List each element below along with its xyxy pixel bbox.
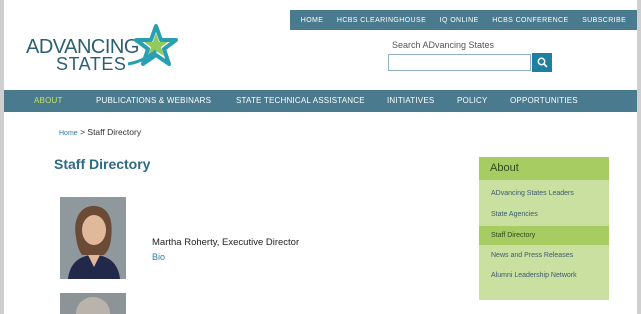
search-icon [537, 57, 548, 68]
page-title: Staff Directory [54, 156, 151, 172]
utility-nav-hcbs-clearinghouse[interactable]: HCBS CLEARINGHOUSE [337, 17, 426, 24]
staff-bio-link[interactable]: Bio [152, 252, 165, 262]
search-input[interactable] [388, 54, 531, 71]
main-nav-initiatives[interactable]: INITIATIVES [387, 90, 434, 112]
staff-portrait-image [60, 293, 126, 314]
utility-nav-subscribe[interactable]: SUBSCRIBE [582, 17, 626, 24]
top-spacer [4, 0, 637, 10]
sidebar-title: About [479, 157, 609, 180]
sidebar-link-staff-directory[interactable]: Staff Directory [479, 226, 609, 245]
staff-name: Martha Roherty, Executive Director [152, 237, 300, 248]
search-label: Search ADvancing States [392, 40, 495, 50]
utility-nav-home[interactable]: HOME [301, 17, 324, 24]
staff-photo [60, 293, 126, 314]
main-nav-about[interactable]: ABOUT [34, 90, 63, 112]
sidebar-about: About ADvancing States Leaders State Age… [479, 157, 609, 300]
utility-nav-hcbs-conference[interactable]: HCBS CONFERENCE [492, 17, 568, 24]
staff-portrait-image [60, 197, 126, 279]
sidebar-link-advancing-states-leaders[interactable]: ADvancing States Leaders [479, 189, 609, 199]
logo-text-states: STATES [56, 54, 127, 74]
main-nav-opportunities[interactable]: OPPORTUNITIES [510, 90, 578, 112]
breadcrumb-current: Staff Directory [87, 127, 142, 137]
sidebar-link-state-agencies[interactable]: State Agencies [479, 210, 609, 220]
breadcrumb-separator: > [80, 127, 86, 137]
staff-photo [60, 197, 126, 279]
main-nav-policy[interactable]: POLICY [457, 90, 488, 112]
breadcrumb: Home > Staff Directory [59, 127, 141, 137]
search-button[interactable] [532, 53, 552, 72]
main-nav-publications-webinars[interactable]: PUBLICATIONS & WEBINARS [96, 90, 211, 112]
sidebar-link-news-press-releases[interactable]: News and Press Releases [479, 251, 609, 261]
utility-nav: HOME HCBS CLEARINGHOUSE IQ ONLINE HCBS C… [290, 10, 637, 30]
sidebar-link-alumni-leadership-network[interactable]: Alumni Leadership Network [479, 271, 609, 281]
main-nav-state-technical-assistance[interactable]: STATE TECHNICAL ASSISTANCE [236, 90, 365, 112]
star-icon [127, 24, 178, 66]
utility-nav-iq-online[interactable]: IQ ONLINE [440, 17, 479, 24]
site-logo[interactable]: ADVANCING STATES [26, 24, 186, 80]
main-nav: ABOUT PUBLICATIONS & WEBINARS STATE TECH… [4, 90, 637, 112]
breadcrumb-home[interactable]: Home [59, 130, 78, 137]
